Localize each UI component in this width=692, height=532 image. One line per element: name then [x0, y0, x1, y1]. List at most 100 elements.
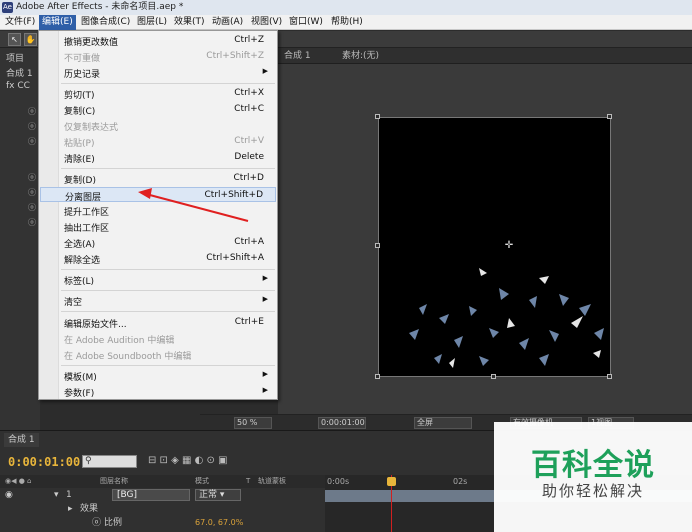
column-trkmat: 轨道蒙板	[258, 477, 286, 485]
column-mode: 模式	[195, 477, 209, 485]
resolution-dropdown[interactable]: 全屏	[414, 417, 472, 429]
menu-item-select-all[interactable]: 全选(A) Ctrl+A	[40, 235, 276, 250]
stopwatch-icon[interactable]: ⓞ	[28, 106, 36, 117]
menu-item-label: 标签(L)	[64, 277, 95, 287]
menu-file[interactable]: 文件(F)	[2, 15, 38, 30]
transform-handle[interactable]	[491, 374, 496, 379]
effects-row[interactable]: ▸ 效果	[0, 502, 325, 516]
menu-effect[interactable]: 效果(T)	[171, 15, 208, 30]
menu-item-label-submenu[interactable]: 标签(L) ▶	[40, 272, 276, 287]
layer-row[interactable]: ◉ ▾ 1 [BG] 正常 ▾	[0, 488, 325, 502]
menu-layer[interactable]: 图层(L)	[134, 15, 170, 30]
menu-item-cut[interactable]: 剪切(T) Ctrl+X	[40, 86, 276, 101]
timeline-column-header: ◉◀ ● ⌂ 图层名称 模式 T 轨道蒙板	[0, 475, 325, 488]
zoom-dropdown[interactable]: 50 %	[234, 417, 272, 429]
menu-window[interactable]: 窗口(W)	[286, 15, 326, 30]
menu-item-templates[interactable]: 模板(M) ▶	[40, 368, 276, 383]
menu-item-label: 仅复制表达式	[64, 123, 119, 133]
submenu-arrow-icon: ▶	[262, 67, 268, 75]
expand-triangle-icon[interactable]: ▸	[68, 502, 73, 516]
hand-tool-icon[interactable]: ✋	[24, 33, 37, 46]
menu-item-paste: 粘贴(P) Ctrl+V	[40, 134, 276, 149]
menu-item-label: 模板(M)	[64, 373, 97, 383]
menu-item-label: 编辑原始文件...	[64, 320, 127, 330]
stopwatch-icon[interactable]: ⓞ	[28, 187, 36, 198]
timeline-search-input[interactable]: ⚲	[82, 455, 137, 468]
menu-item-shortcut: Ctrl+X	[234, 88, 264, 98]
footage-tab[interactable]: 素材:(无)	[342, 48, 379, 64]
menu-item-label: 抽出工作区	[64, 224, 110, 234]
watermark-logo: 百科全说 助你轻松解决	[494, 422, 692, 532]
menu-item-shortcut: Ctrl+C	[234, 104, 264, 114]
visibility-eye-icon[interactable]: ◉	[5, 488, 13, 502]
expand-triangle-icon[interactable]: ▾	[54, 488, 59, 502]
menu-separator	[61, 365, 275, 366]
current-time-indicator-head[interactable]	[387, 477, 396, 486]
menu-animation[interactable]: 动画(A)	[209, 15, 246, 30]
timeline-comp-tab[interactable]: 合成 1	[4, 433, 39, 447]
stopwatch-icon[interactable]: ⓞ	[28, 172, 36, 183]
transform-handle[interactable]	[375, 243, 380, 248]
window-title: Adobe After Effects - 未命名项目.aep *	[16, 2, 184, 12]
scale-row[interactable]: ⓞ 比例 67.0, 67.0%	[0, 516, 325, 530]
layer-name-field[interactable]: [BG]	[112, 489, 190, 501]
selection-tool-icon[interactable]: ↖	[8, 33, 21, 46]
timeline-switch-icons[interactable]: ⊟ ⊡ ◈ ▦ ◐ ⊙ ▣	[148, 455, 228, 466]
menu-item-shortcut: Ctrl+Shift+A	[206, 253, 264, 263]
menu-item-label: 复制(D)	[64, 176, 96, 186]
menu-bar: 文件(F) 编辑(E) 图像合成(C) 图层(L) 效果(T) 动画(A) 视图…	[0, 15, 692, 30]
scale-value[interactable]: 67.0, 67.0%	[195, 516, 243, 530]
transform-handle[interactable]	[375, 374, 380, 379]
menu-item-preferences[interactable]: 参数(F) ▶	[40, 384, 276, 399]
layer-index: 1	[66, 490, 72, 500]
comp-tab[interactable]: 合成 1	[6, 66, 33, 79]
menu-item-split-layer[interactable]: 分离图层 Ctrl+Shift+D	[40, 187, 276, 203]
menu-separator	[61, 269, 275, 270]
composition-canvas[interactable]	[378, 117, 611, 377]
transform-handle[interactable]	[607, 374, 612, 379]
menu-item-history[interactable]: 历史记录 ▶	[40, 65, 276, 80]
menu-item-clear[interactable]: 清除(E) Delete	[40, 150, 276, 165]
menu-item-extract-work-area[interactable]: 抽出工作区	[40, 219, 276, 234]
menu-item-shortcut: Ctrl+V	[234, 136, 264, 146]
menu-separator	[61, 290, 275, 291]
blend-mode-dropdown[interactable]: 正常 ▾	[195, 489, 241, 501]
menu-item-label: 复制(C)	[64, 107, 96, 117]
menu-help[interactable]: 帮助(H)	[328, 15, 366, 30]
menu-item-copy[interactable]: 复制(C) Ctrl+C	[40, 102, 276, 117]
project-tab[interactable]: 项目	[6, 51, 24, 64]
stopwatch-icon[interactable]: ⓞ	[28, 136, 36, 147]
menu-item-undo[interactable]: 撤销更改数值 Ctrl+Z	[40, 33, 276, 48]
menu-item-purge[interactable]: 清空 ▶	[40, 293, 276, 308]
menu-composition[interactable]: 图像合成(C)	[78, 15, 133, 30]
menu-item-edit-original[interactable]: 编辑原始文件... Ctrl+E	[40, 315, 276, 330]
viewer-comp-dropdown[interactable]: 合成 1	[284, 48, 311, 64]
menu-item-shortcut: Ctrl+Shift+Z	[206, 51, 264, 61]
menu-item-duplicate[interactable]: 复制(D) Ctrl+D	[40, 171, 276, 186]
effects-label: 效果	[80, 504, 99, 514]
column-source-name: 图层名称	[100, 477, 128, 485]
anchor-point-icon[interactable]: ✛	[504, 241, 514, 251]
menu-item-shortcut: Ctrl+A	[234, 237, 264, 247]
submenu-arrow-icon: ▶	[262, 386, 268, 394]
menu-item-deselect-all[interactable]: 解除全选 Ctrl+Shift+A	[40, 251, 276, 266]
stopwatch-icon[interactable]: ⓞ	[28, 121, 36, 132]
menu-edit[interactable]: 编辑(E)	[39, 15, 76, 30]
current-time-display[interactable]: 0:00:01:00	[8, 455, 80, 469]
eye-icon: ◉◀ ● ⌂	[5, 477, 32, 485]
menu-item-shortcut: Ctrl+E	[234, 317, 264, 327]
stopwatch-icon[interactable]: ⓞ	[28, 217, 36, 228]
menu-view[interactable]: 视图(V)	[248, 15, 285, 30]
viewer-timecode[interactable]: 0:00:01:00	[318, 417, 366, 429]
menu-item-lift-work-area[interactable]: 提升工作区	[40, 203, 276, 218]
blend-mode-value: 正常	[199, 490, 218, 500]
stopwatch-icon[interactable]: ⓞ	[92, 516, 101, 530]
stopwatch-icon[interactable]: ⓞ	[28, 202, 36, 213]
menu-separator	[61, 311, 275, 312]
watermark-subtitle: 助你轻松解决	[541, 482, 644, 500]
transform-handle[interactable]	[607, 114, 612, 119]
transform-handle[interactable]	[375, 114, 380, 119]
menu-item-label: 分离图层	[65, 193, 102, 203]
menu-item-label: 全选(A)	[64, 240, 96, 250]
menu-item-label: 清空	[64, 298, 83, 308]
